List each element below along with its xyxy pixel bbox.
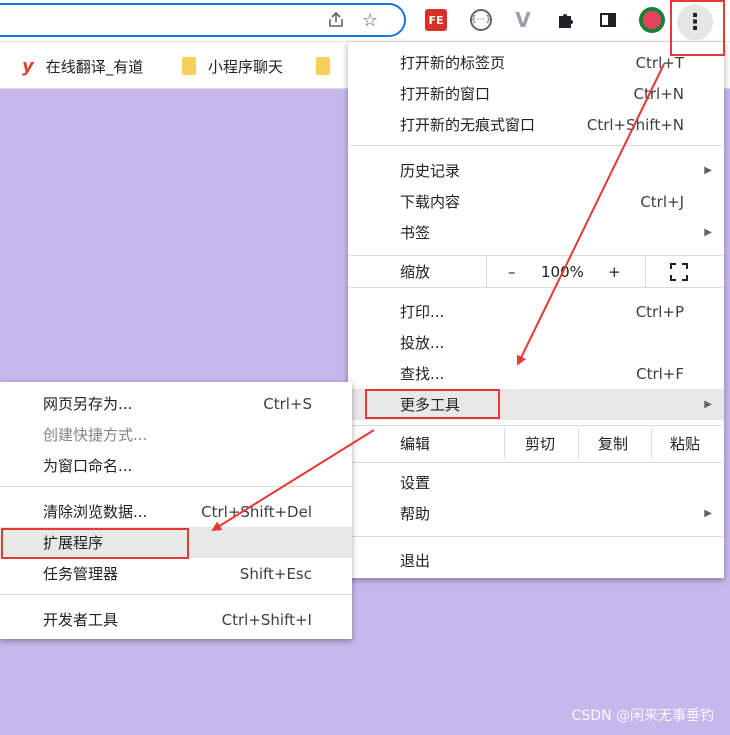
watermark: CSDN @闲来无事垂钓 <box>571 708 714 724</box>
arrow-to-more-tools <box>517 63 665 366</box>
arrow-to-extensions <box>211 429 375 532</box>
annotation-arrows <box>211 63 665 532</box>
